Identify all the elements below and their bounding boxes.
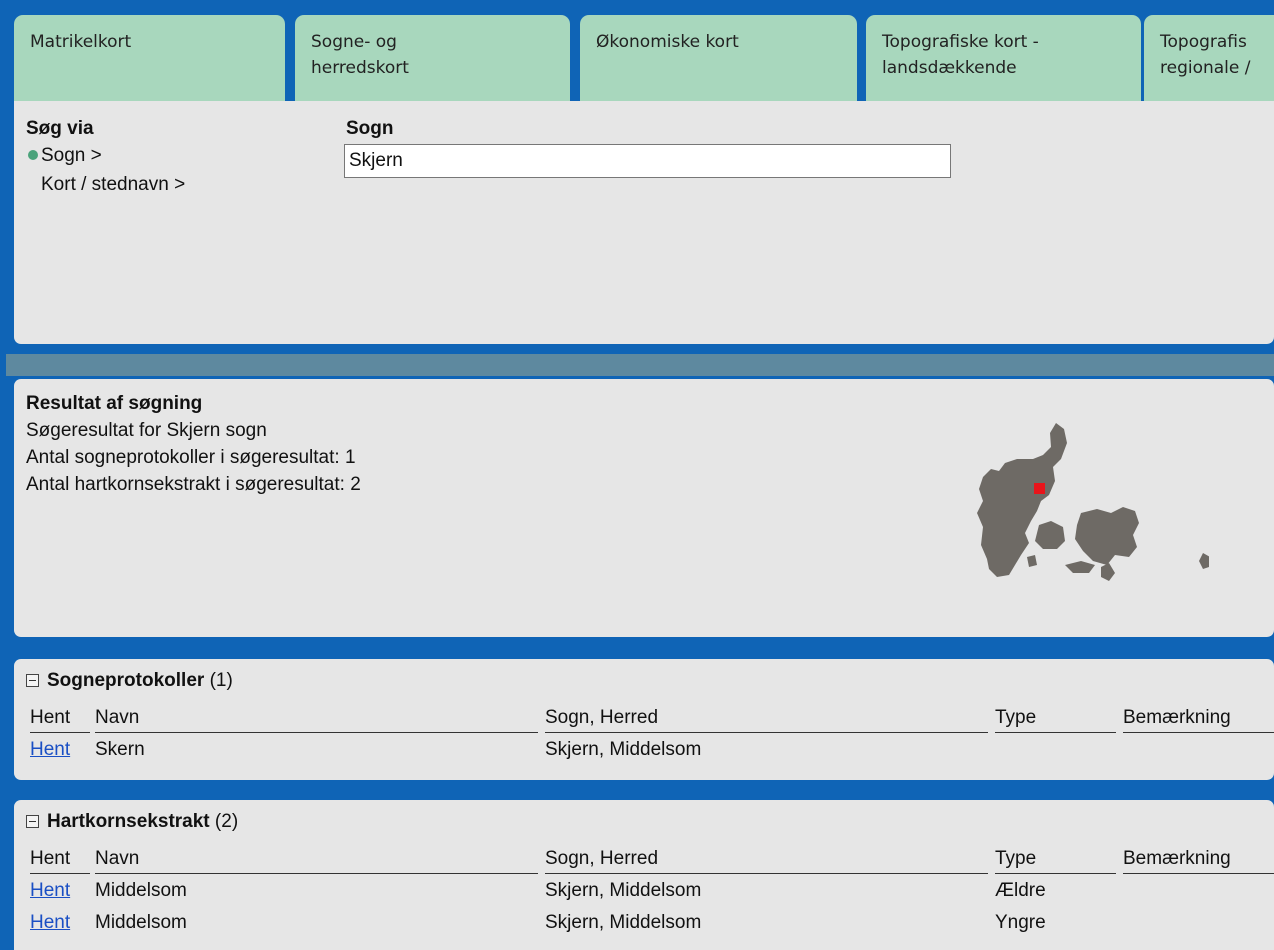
row-sogn-herred: Skjern, Middelsom xyxy=(545,739,702,760)
lolland-shape xyxy=(1065,561,1095,573)
location-marker xyxy=(1034,483,1045,494)
funen-shape xyxy=(1035,521,1065,549)
column-header-type: Type xyxy=(995,705,1116,733)
section-title: Sogneprotokoller xyxy=(47,670,205,691)
search-option-sogn[interactable]: Sogn > xyxy=(28,145,102,167)
jutland-shape xyxy=(977,423,1067,577)
column-header-navn: Navn xyxy=(95,705,538,733)
row-navn: Middelsom xyxy=(95,880,187,901)
collapse-icon[interactable] xyxy=(26,815,39,828)
column-header-type: Type xyxy=(995,846,1116,874)
sogn-input[interactable] xyxy=(344,144,951,178)
hent-link[interactable]: Hent xyxy=(30,878,70,904)
selected-radio-icon xyxy=(28,150,38,160)
result-hartkorn-count: Antal hartkornsekstrakt i søgeresultat: … xyxy=(26,474,361,495)
section-count: (1) xyxy=(209,670,233,691)
section-count: (2) xyxy=(214,811,239,832)
sogneprotokoller-section: Sogneprotokoller (1) Hent Navn Sogn, Her… xyxy=(14,659,1274,780)
result-title: Resultat af søgning xyxy=(26,393,203,414)
section-divider xyxy=(6,354,1274,376)
tab-label-line2: herredskort xyxy=(311,58,409,78)
search-option-label: Kort / stednavn > xyxy=(41,174,186,195)
column-header-hent: Hent xyxy=(30,705,90,733)
row-type: Yngre xyxy=(995,912,1046,933)
tab-label: Sogne- og xyxy=(311,32,397,52)
row-navn: Middelsom xyxy=(95,912,187,933)
hartkornsekstrakt-header[interactable]: Hartkornsekstrakt (2) xyxy=(26,811,238,833)
result-sogneprotokoller-count: Antal sogneprotokoller i søgeresultat: 1 xyxy=(26,447,356,468)
row-sogn-herred: Skjern, Middelsom xyxy=(545,880,702,901)
search-via-heading: Søg via xyxy=(26,118,94,139)
result-summary: Søgeresultat for Skjern sogn xyxy=(26,420,267,441)
tab-label: Matrikelkort xyxy=(30,32,132,52)
tab-label-line2: landsdækkende xyxy=(882,58,1017,78)
map-type-tabs: Matrikelkort Sogne- og herredskort Økono… xyxy=(14,15,1274,101)
tab-label: Topografiske kort - xyxy=(882,32,1039,52)
column-header-hent: Hent xyxy=(30,846,90,874)
search-option-label: Sogn > xyxy=(41,145,102,166)
tab-okonomiske-kort[interactable]: Økonomiske kort xyxy=(580,15,857,101)
hartkornsekstrakt-section: Hartkornsekstrakt (2) Hent Navn Sogn, He… xyxy=(14,800,1274,950)
column-header-bemaerkning: Bemærkning xyxy=(1123,846,1274,874)
tab-label-line2: regionale / xyxy=(1160,58,1251,78)
tab-label: Økonomiske kort xyxy=(596,32,739,52)
tab-topografiske-kort-landsdaekkende[interactable]: Topografiske kort - landsdækkende xyxy=(866,15,1141,101)
row-sogn-herred: Skjern, Middelsom xyxy=(545,912,702,933)
column-header-sogn-herred: Sogn, Herred xyxy=(545,705,988,733)
column-header-sogn-herred: Sogn, Herred xyxy=(545,846,988,874)
hent-link[interactable]: Hent xyxy=(30,910,70,936)
section-title: Hartkornsekstrakt xyxy=(47,811,210,832)
row-navn: Skern xyxy=(95,739,145,760)
bornholm-shape xyxy=(1199,553,1209,569)
sogn-field-label: Sogn xyxy=(346,118,394,139)
column-header-bemaerkning: Bemærkning xyxy=(1123,705,1274,733)
sogneprotokoller-header[interactable]: Sogneprotokoller (1) xyxy=(26,670,233,692)
falster-shape xyxy=(1101,563,1115,581)
column-header-navn: Navn xyxy=(95,846,538,874)
tab-matrikelkort[interactable]: Matrikelkort xyxy=(14,15,285,101)
hent-link[interactable]: Hent xyxy=(30,737,70,763)
search-option-kort-stednavn[interactable]: Kort / stednavn > xyxy=(41,174,185,196)
zealand-shape xyxy=(1075,507,1139,565)
tab-topografiske-kort-regionale[interactable]: Topografis regionale / xyxy=(1144,15,1274,101)
search-panel: Søg via Sogn > Kort / stednavn > Sogn xyxy=(14,101,1274,344)
tab-label: Topografis xyxy=(1160,32,1247,52)
collapse-icon[interactable] xyxy=(26,674,39,687)
tab-sogne-og-herredskort[interactable]: Sogne- og herredskort xyxy=(295,15,570,101)
denmark-map-icon xyxy=(977,423,1209,581)
row-type: Ældre xyxy=(995,880,1046,901)
result-panel: Resultat af søgning Søgeresultat for Skj… xyxy=(14,379,1274,637)
als-shape xyxy=(1027,555,1037,567)
